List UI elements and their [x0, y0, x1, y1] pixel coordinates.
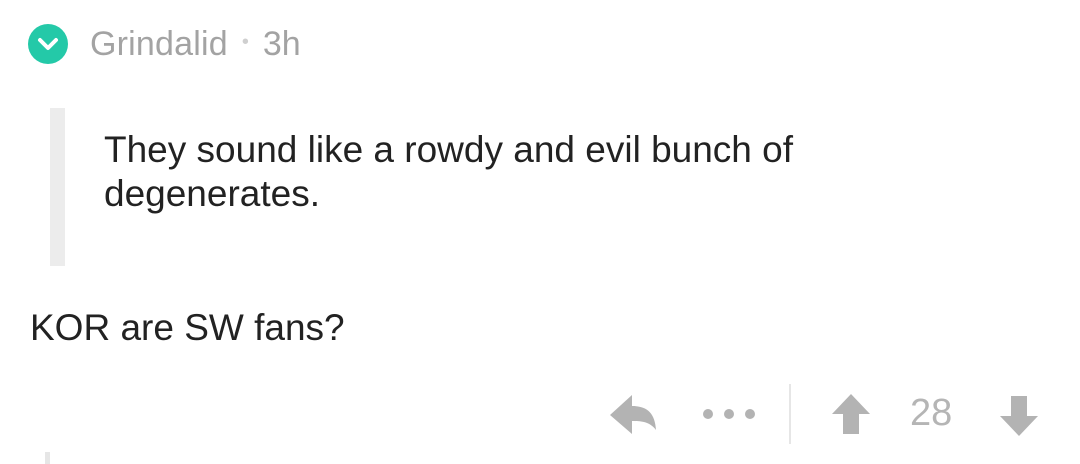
comment-author[interactable]: Grindalid — [90, 25, 228, 64]
reply-button[interactable] — [608, 392, 658, 438]
comment-actions: 28 — [0, 380, 1080, 450]
quote-bar — [50, 108, 65, 266]
thread-line — [45, 452, 50, 464]
reply-arrow-icon — [610, 395, 656, 434]
ellipsis-dot — [745, 409, 755, 419]
quoted-text: They sound like a rowdy and evil bunch o… — [104, 129, 794, 214]
actions-divider — [789, 384, 791, 444]
ellipsis-dot — [724, 409, 734, 419]
downvote-button[interactable] — [998, 394, 1040, 438]
arrow-up-icon — [832, 394, 870, 434]
more-options-button[interactable] — [703, 402, 755, 426]
comment-body: KOR are SW fans? — [30, 307, 345, 348]
arrow-down-icon — [1000, 396, 1038, 436]
upvote-button[interactable] — [830, 392, 872, 436]
score-count: 28 — [910, 392, 953, 434]
comment-header: Grindalid • 3h — [28, 22, 301, 66]
comment-timestamp: 3h — [262, 24, 301, 63]
checkmark-badge-icon — [28, 24, 68, 64]
ellipsis-dot — [703, 409, 713, 419]
meta-separator: • — [241, 30, 249, 53]
